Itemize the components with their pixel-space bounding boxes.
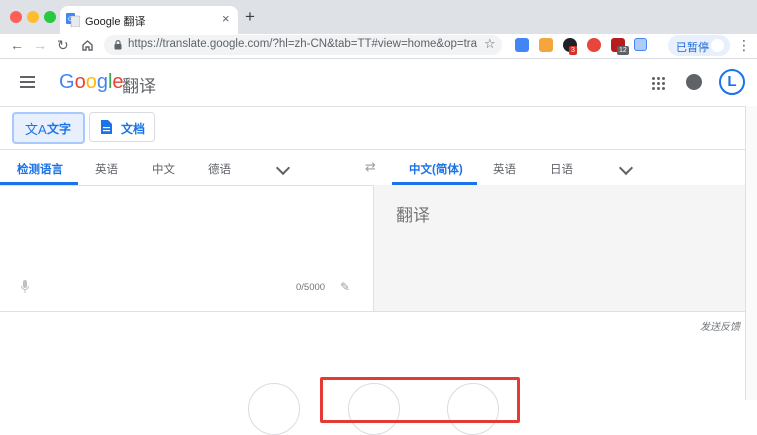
send-feedback-link[interactable]: 发送反馈 — [700, 318, 740, 333]
translate-icon: 文A — [25, 122, 47, 137]
text-mode-label: 文字 — [47, 122, 72, 136]
document-icon — [101, 120, 112, 134]
svg-text:G: G — [68, 16, 73, 23]
apps-grid-icon[interactable] — [652, 77, 666, 91]
address-bar[interactable]: https://translate.google.com/?hl=zh-CN&t… — [104, 35, 502, 55]
translation-output-area: 翻译 — [373, 185, 746, 311]
translation-placeholder: 翻译 — [396, 206, 430, 225]
profile-paused-button[interactable]: 已暂停 — [668, 35, 730, 56]
text-mode-button[interactable]: 文A 文字 — [12, 112, 85, 144]
maximize-window-icon[interactable] — [44, 11, 56, 23]
chart-extension-icon[interactable] — [539, 38, 553, 52]
source-lang-chevron-down-icon[interactable] — [275, 160, 291, 176]
browser-tab-strip: G Google 翻译 × + — [0, 0, 757, 34]
home-icon[interactable] — [81, 39, 94, 52]
minimize-window-icon[interactable] — [27, 11, 39, 23]
account-avatar[interactable]: L — [719, 69, 745, 95]
translate-extension-icon[interactable] — [515, 38, 529, 52]
tab-close-icon[interactable]: × — [222, 11, 230, 26]
bookmark-star-icon[interactable]: ☆ — [484, 36, 496, 52]
url-text: https://translate.google.com/?hl=zh-CN&t… — [128, 38, 478, 50]
swap-languages-icon[interactable]: ⇄ — [365, 159, 376, 175]
target-lang-english[interactable]: 英语 — [493, 161, 516, 177]
history-button[interactable] — [248, 383, 300, 435]
logo-product-name: 翻译 — [122, 77, 156, 96]
app-header: Google 翻译 L — [0, 59, 757, 107]
source-lang-german[interactable]: 德语 — [208, 161, 231, 177]
cube-extension-icon[interactable] — [634, 38, 647, 51]
source-lang-detect[interactable]: 检测语言 — [17, 161, 63, 177]
hamburger-menu-icon[interactable] — [20, 76, 35, 88]
document-mode-label: 文档 — [121, 122, 146, 136]
microphone-icon[interactable] — [21, 280, 29, 294]
new-tab-icon[interactable]: + — [245, 8, 255, 25]
lock-icon — [114, 40, 122, 50]
google-logo[interactable]: Google — [59, 70, 124, 94]
logo-text: Google — [59, 71, 124, 93]
target-lang-chinese-simplified[interactable]: 中文(简体) — [409, 161, 463, 177]
source-lang-chinese[interactable]: 中文 — [152, 161, 175, 177]
character-counter: 0/5000 — [296, 282, 326, 293]
browser-menu-icon[interactable]: ⋮ — [737, 37, 751, 53]
language-bar: 检测语言 英语 中文 德语 ⇄ 中文(简体) 英语 日语 — [0, 149, 745, 186]
notifications-icon[interactable] — [686, 74, 702, 90]
panel-divider — [0, 311, 745, 312]
back-arrow-icon[interactable]: ← — [10, 37, 24, 54]
tab-title: Google 翻译 — [85, 16, 146, 28]
document-mode-button[interactable]: 文档 — [89, 112, 155, 142]
page-scrollbar[interactable] — [745, 106, 757, 400]
browser-toolbar: ← → ↻ https://translate.google.com/?hl=z… — [0, 34, 757, 59]
target-lang-chevron-down-icon[interactable] — [618, 160, 634, 176]
close-window-icon[interactable] — [10, 11, 22, 23]
weibo-extension-icon[interactable] — [587, 38, 601, 52]
profile-avatar-icon — [711, 39, 724, 52]
highlight-box — [320, 377, 520, 423]
browser-tab[interactable]: G Google 翻译 × — [60, 6, 238, 34]
target-lang-japanese[interactable]: 日语 — [550, 161, 573, 177]
extension-badge: 3 — [569, 46, 577, 55]
forward-arrow-icon[interactable]: → — [33, 37, 47, 54]
reload-icon[interactable]: ↻ — [57, 37, 69, 54]
profile-status-label: 已暂停 — [676, 42, 709, 54]
pencil-icon[interactable]: ✎ — [340, 280, 350, 294]
source-lang-english[interactable]: 英语 — [95, 161, 118, 177]
extension-badge-count: 12 — [617, 46, 629, 55]
source-text-area[interactable]: 0/5000 ✎ — [0, 185, 372, 311]
google-translate-favicon-icon: G — [66, 13, 80, 27]
